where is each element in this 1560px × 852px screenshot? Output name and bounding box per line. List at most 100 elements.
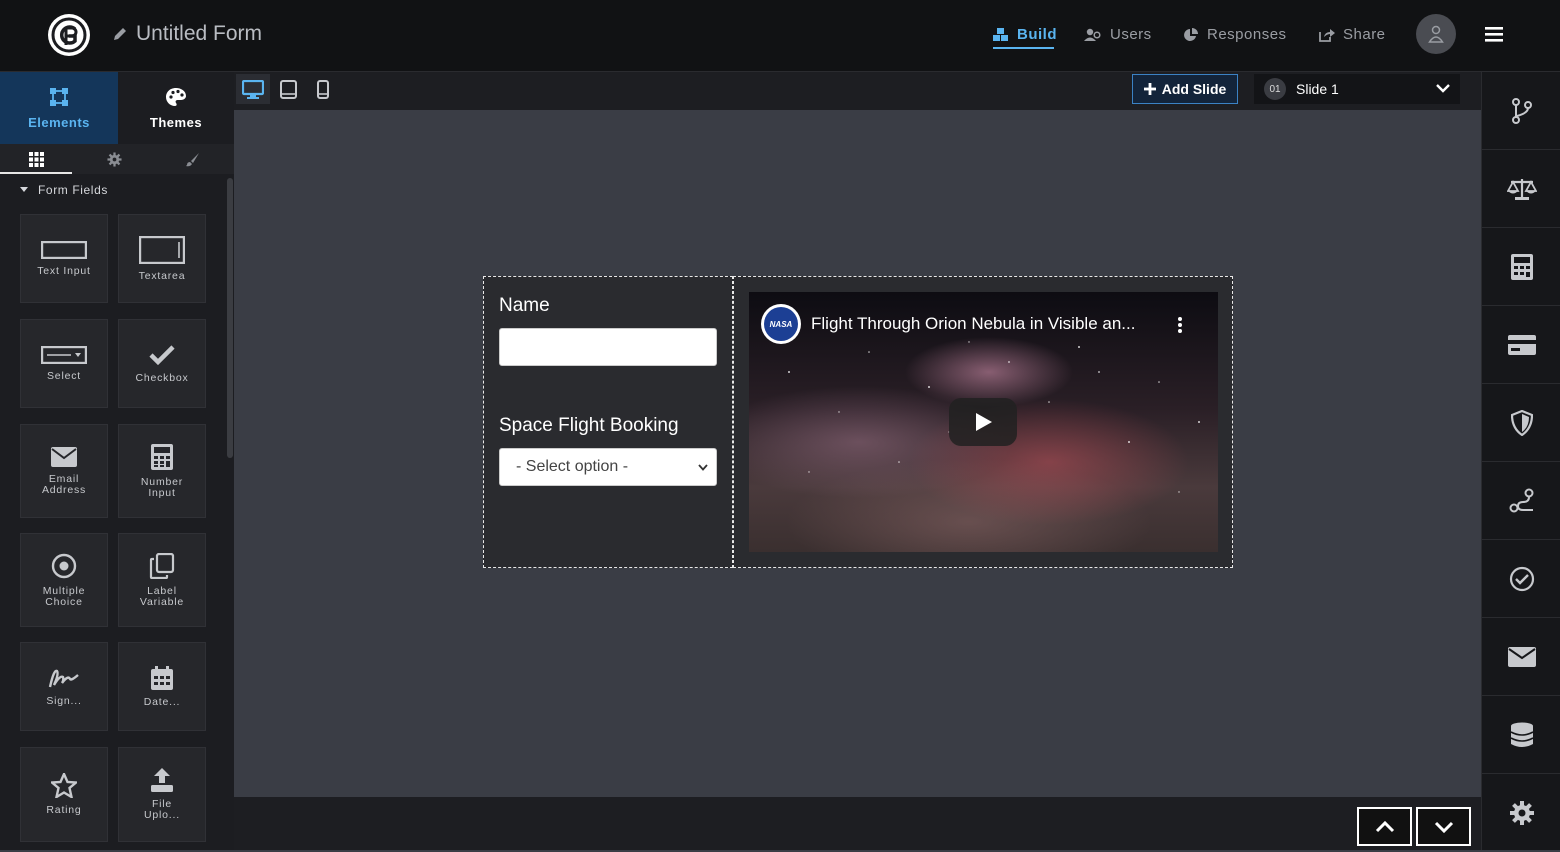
chevron-down-icon [1436, 84, 1450, 93]
tile-label: Number Input [140, 475, 184, 499]
channel-logo-text: NASA [764, 307, 798, 341]
tab-elements[interactable]: Elements [0, 72, 118, 144]
video-column[interactable]: NASA Flight Through Orion Nebula in Visi… [733, 276, 1233, 568]
next-slide-button[interactable] [1416, 807, 1471, 846]
right-sidebar [1481, 72, 1560, 850]
email-notifications-button[interactable] [1482, 618, 1560, 696]
form-title[interactable]: Untitled Form [136, 22, 262, 46]
tab-themes-label: Themes [149, 114, 203, 130]
element-tile-date[interactable]: Date... [118, 642, 206, 731]
nav-users[interactable]: Users [1084, 26, 1152, 43]
select-chevron-icon [698, 463, 708, 471]
pie-chart-icon [1184, 27, 1198, 41]
route-icon [1509, 488, 1533, 512]
form-fields-section-header[interactable]: Form Fields [20, 183, 108, 197]
element-tile-email[interactable]: Email Address [20, 424, 108, 518]
nav-build[interactable]: Build [993, 26, 1057, 43]
slide-number-badge: 01 [1264, 78, 1286, 100]
add-slide-label: Add Slide [1161, 81, 1227, 97]
credit-card-icon [1507, 334, 1536, 355]
element-tile-text-input[interactable]: Text Input [20, 214, 108, 303]
video-embed[interactable]: NASA Flight Through Orion Nebula in Visi… [749, 292, 1218, 552]
nasa-logo[interactable]: NASA [761, 304, 801, 344]
nav-share[interactable]: Share [1318, 26, 1386, 43]
tile-label: Rating [46, 804, 82, 816]
nav-users-label: Users [1110, 26, 1152, 43]
form-title-area[interactable]: Untitled Form [112, 22, 262, 46]
plus-icon [1143, 83, 1156, 95]
previous-slide-button[interactable] [1357, 807, 1412, 846]
space-flight-booking-select[interactable]: - Select option - [499, 448, 717, 486]
mobile-icon [317, 79, 329, 99]
gear-icon [1509, 801, 1534, 825]
scoring-button[interactable] [1482, 150, 1560, 228]
calculations-button[interactable] [1482, 228, 1560, 306]
user-icon [1428, 25, 1444, 43]
text-input-icon [41, 240, 87, 259]
paint-brush-icon [185, 152, 199, 166]
left-panel-scrollbar[interactable] [227, 178, 233, 458]
app-logo[interactable] [48, 14, 90, 56]
element-tile-number[interactable]: Number Input [118, 424, 206, 518]
nav-responses-label: Responses [1207, 26, 1287, 43]
tile-label: Email Address [41, 472, 87, 496]
name-label: Name [499, 295, 550, 316]
element-tile-multiple-choice[interactable]: Multiple Choice [20, 533, 108, 627]
desktop-view-button[interactable] [236, 74, 270, 104]
form-column[interactable]: Name Space Flight Booking - Select optio… [483, 276, 733, 568]
left-panel: Elements Themes Form Fields Text Input T… [0, 72, 234, 850]
tile-label: Text Input [37, 264, 91, 277]
tile-label: Date... [143, 695, 181, 708]
slide-selector[interactable]: 01 Slide 1 [1254, 74, 1460, 104]
element-tile-file-upload[interactable]: File Uplo... [118, 747, 206, 842]
element-subtabs [0, 144, 234, 174]
hamburger-menu-icon[interactable] [1484, 25, 1504, 43]
element-tile-checkbox[interactable]: Checkbox [118, 319, 206, 408]
add-slide-button[interactable]: Add Slide [1132, 74, 1238, 104]
element-tile-textarea[interactable]: Textarea [118, 214, 206, 303]
canvas-toolbar: Add Slide 01 Slide 1 [234, 72, 1482, 110]
security-button[interactable] [1482, 384, 1560, 462]
tile-label: Textarea [138, 269, 186, 282]
subtab-style[interactable] [156, 144, 228, 174]
database-icon [1510, 722, 1533, 747]
shield-icon [1510, 409, 1533, 436]
workflow-button[interactable] [1482, 462, 1560, 540]
tablet-view-button[interactable] [271, 74, 305, 104]
video-title[interactable]: Flight Through Orion Nebula in Visible a… [811, 314, 1135, 334]
scale-icon [1506, 178, 1537, 200]
space-flight-booking-label: Space Flight Booking [499, 415, 679, 436]
envelope-icon [51, 446, 77, 467]
element-tile-rating[interactable]: Rating [20, 747, 108, 842]
copy-icon [149, 552, 175, 579]
tablet-icon [279, 79, 297, 99]
pencil-icon [114, 28, 126, 40]
upload-icon [151, 768, 173, 792]
users-icon [1084, 28, 1101, 41]
data-storage-button[interactable] [1482, 696, 1560, 774]
form-settings-button[interactable] [1482, 774, 1560, 852]
desktop-icon [242, 79, 264, 99]
more-vertical-icon[interactable] [1177, 316, 1183, 334]
name-input[interactable] [499, 328, 717, 366]
validation-button[interactable] [1482, 540, 1560, 618]
tile-label: Label Variable [139, 584, 185, 608]
check-circle-icon [1509, 566, 1534, 591]
subtab-settings[interactable] [78, 144, 150, 174]
tab-themes[interactable]: Themes [118, 72, 234, 144]
payments-button[interactable] [1482, 306, 1560, 384]
select-value: - Select option - [516, 458, 629, 475]
play-icon [976, 413, 992, 431]
element-tile-label-variable[interactable]: Label Variable [118, 533, 206, 627]
user-avatar[interactable] [1416, 14, 1456, 54]
canvas-bottom-bar [234, 797, 1481, 850]
nav-responses[interactable]: Responses [1183, 26, 1287, 43]
logic-branch-button[interactable] [1482, 72, 1560, 150]
mobile-view-button[interactable] [306, 74, 340, 104]
video-play-button[interactable] [949, 398, 1017, 446]
subtab-grid[interactable] [0, 144, 72, 174]
chevron-down-icon [1434, 821, 1453, 833]
radio-button-icon [51, 553, 77, 578]
element-tile-select[interactable]: Select [20, 319, 108, 408]
element-tile-signature[interactable]: Sign... [20, 642, 108, 731]
